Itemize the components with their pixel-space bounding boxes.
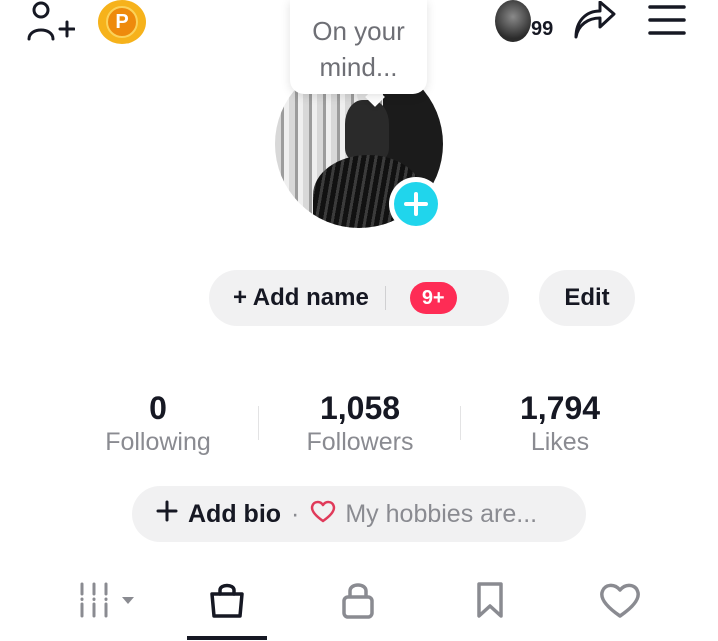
stat-followers[interactable]: 1,058 Followers <box>280 390 440 458</box>
notification-badge: 9+ <box>409 282 457 314</box>
hobbies-placeholder: My hobbies are... <box>345 499 538 528</box>
tab-saved[interactable] <box>458 570 522 630</box>
bookmark-icon <box>477 582 503 618</box>
shopping-bag-icon <box>210 583 244 618</box>
edit-label: Edit <box>564 284 610 311</box>
tab-videos-grid[interactable] <box>70 570 140 630</box>
add-bio-button[interactable]: Add bio · My hobbies are... <box>132 486 586 542</box>
stat-divider <box>460 406 461 440</box>
share-icon[interactable] <box>568 0 620 44</box>
stat-value: 1,794 <box>519 390 601 426</box>
stat-value: 0 <box>149 390 167 426</box>
add-avatar-button[interactable] <box>389 177 443 231</box>
add-name-button[interactable]: + Add name 9+ <box>209 270 509 326</box>
tab-shop[interactable] <box>195 570 259 630</box>
stat-label: Likes <box>530 428 590 456</box>
coin-letter: P <box>106 6 138 38</box>
grid-icon <box>80 582 134 618</box>
stat-divider <box>258 406 259 440</box>
add-name-label: + Add name <box>233 284 369 311</box>
bubble-text-line2: mind... <box>319 52 398 82</box>
stat-label: Following <box>105 428 211 456</box>
add-bio-label: Add bio <box>188 499 282 528</box>
heart-icon <box>600 583 640 618</box>
coins-icon[interactable]: P <box>98 0 146 44</box>
stat-following[interactable]: 0 Following <box>78 390 238 458</box>
lock-icon <box>342 583 374 619</box>
plus-icon <box>156 500 178 529</box>
bubble-text-line1: On your <box>312 16 405 46</box>
edit-profile-button[interactable]: Edit <box>539 270 635 326</box>
status-bubble[interactable]: On your mind... <box>290 0 427 94</box>
tab-liked[interactable] <box>588 570 652 630</box>
menu-icon[interactable] <box>644 0 690 40</box>
story-avatar[interactable] <box>495 0 531 42</box>
active-tab-indicator <box>187 636 267 640</box>
plus-icon <box>394 182 438 226</box>
separator-dot: · <box>291 499 300 528</box>
divider <box>384 286 386 310</box>
stat-label: Followers <box>306 428 414 456</box>
add-friend-icon[interactable] <box>22 0 78 44</box>
stat-value: 1,058 <box>319 390 401 426</box>
story-count: 99 <box>531 18 554 40</box>
stat-likes[interactable]: 1,794 Likes <box>480 390 640 458</box>
tab-private[interactable] <box>326 570 390 630</box>
heart-outline-icon <box>309 498 337 531</box>
